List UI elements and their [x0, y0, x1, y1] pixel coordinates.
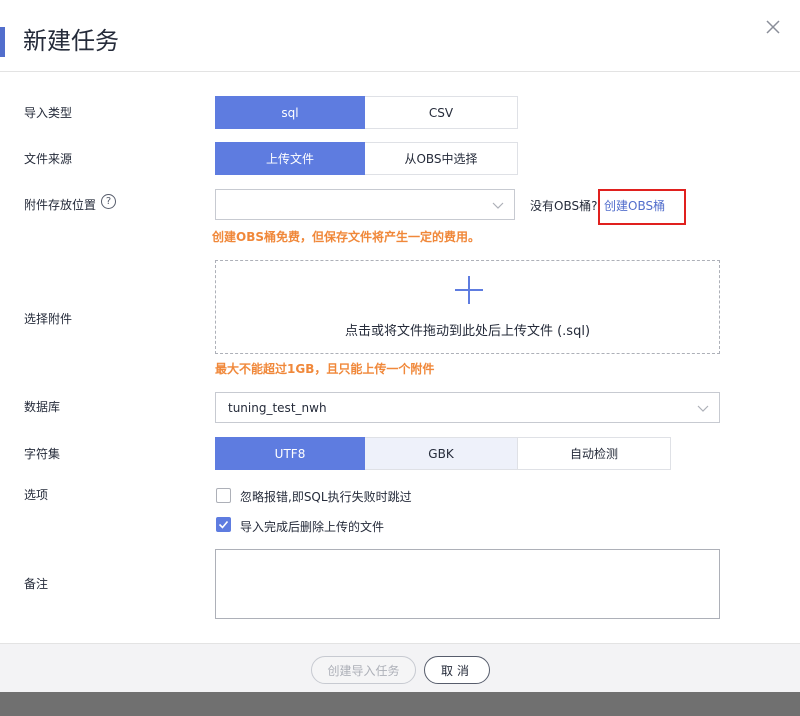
chevron-down-icon: [697, 405, 709, 412]
import-type-label: 导入类型: [24, 106, 73, 120]
create-obs-highlight: [598, 189, 686, 225]
attachment-location-label: 附件存放位置: [24, 198, 97, 212]
cancel-button[interactable]: 取消: [424, 656, 490, 684]
database-label: 数据库: [24, 400, 61, 414]
remarks-label: 备注: [24, 577, 49, 591]
database-select[interactable]: tuning_test_nwh: [215, 392, 720, 423]
charset-option-gbk[interactable]: GBK: [365, 437, 518, 470]
upload-dropzone[interactable]: 点击或将文件拖动到此处后上传文件 (.sql): [215, 260, 720, 354]
help-icon[interactable]: ?: [101, 194, 116, 209]
new-task-dialog: 新建任务 导入类型 sql CSV 文件来源 上传文件 从OBS中选择 附件存放…: [0, 0, 800, 692]
charset-option-utf8[interactable]: UTF8: [215, 437, 365, 470]
select-attachment-label: 选择附件: [24, 312, 73, 326]
attachment-location-select[interactable]: [215, 189, 515, 220]
import-type-option-csv[interactable]: CSV: [365, 96, 518, 129]
database-value: tuning_test_nwh: [228, 401, 327, 415]
upload-hint: 点击或将文件拖动到此处后上传文件 (.sql): [344, 324, 591, 339]
modal-backdrop: [0, 692, 800, 716]
dialog-header: 新建任务: [0, 0, 800, 72]
check-icon: [218, 520, 229, 529]
upload-size-warning: 最大不能超过1GB，且只能上传一个附件: [215, 362, 435, 376]
close-icon[interactable]: [764, 18, 782, 36]
dialog-footer: 创建导入任务 取消: [0, 643, 800, 692]
ignore-errors-label[interactable]: 忽略报错,即SQL执行失败时跳过: [240, 488, 412, 505]
file-source-option-upload[interactable]: 上传文件: [215, 142, 365, 175]
charset-label: 字符集: [24, 447, 61, 461]
create-import-task-button[interactable]: 创建导入任务: [311, 656, 416, 684]
dialog-title: 新建任务: [23, 27, 119, 55]
import-type-option-sql[interactable]: sql: [215, 96, 365, 129]
ignore-errors-checkbox[interactable]: [216, 488, 231, 503]
delete-after-import-label[interactable]: 导入完成后删除上传的文件: [240, 518, 384, 535]
file-source-label: 文件来源: [24, 152, 73, 166]
remarks-textarea[interactable]: [215, 549, 720, 619]
file-source-option-obs[interactable]: 从OBS中选择: [365, 142, 518, 175]
plus-icon: [455, 276, 483, 304]
import-type-segment: sql CSV: [215, 96, 518, 129]
charset-segment: UTF8 GBK 自动检测: [215, 437, 671, 470]
title-accent-bar: [0, 27, 5, 57]
options-label: 选项: [24, 488, 49, 502]
charset-option-auto[interactable]: 自动检测: [518, 437, 671, 470]
obs-fee-warning: 创建OBS桶免费，但保存文件将产生一定的费用。: [212, 230, 480, 244]
delete-after-import-checkbox[interactable]: [216, 517, 231, 532]
chevron-down-icon: [492, 202, 504, 209]
file-source-segment: 上传文件 从OBS中选择: [215, 142, 518, 175]
no-obs-text: 没有OBS桶?: [530, 199, 598, 213]
